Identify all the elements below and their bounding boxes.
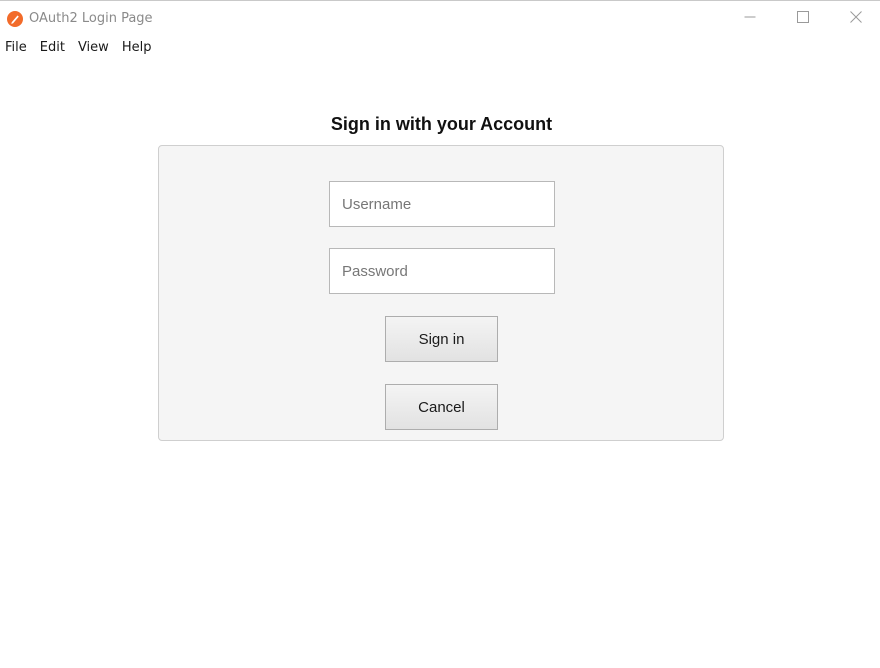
menu-file[interactable]: File [0,37,34,59]
close-button[interactable] [839,5,873,33]
close-icon [850,10,862,28]
username-input[interactable] [329,181,555,227]
minimize-icon [744,10,756,28]
app-window: OAuth2 Login Page File Edit View Help Si… [0,0,880,668]
title-bar[interactable]: OAuth2 Login Page [0,1,880,35]
cancel-button[interactable]: Cancel [385,384,498,430]
page-title: Sign in with your Account [330,114,553,134]
menu-view[interactable]: View [72,37,116,59]
maximize-icon [797,10,809,28]
maximize-button[interactable] [786,5,820,33]
sign-in-button[interactable]: Sign in [385,316,498,362]
password-input[interactable] [329,248,555,294]
menu-bar: File Edit View Help [0,37,158,59]
window-title: OAuth2 Login Page [29,11,153,26]
login-panel: Sign in Cancel [158,145,724,441]
app-logo-icon [7,11,23,27]
menu-edit[interactable]: Edit [34,37,72,59]
minimize-button[interactable] [733,5,767,33]
menu-help[interactable]: Help [116,37,159,59]
